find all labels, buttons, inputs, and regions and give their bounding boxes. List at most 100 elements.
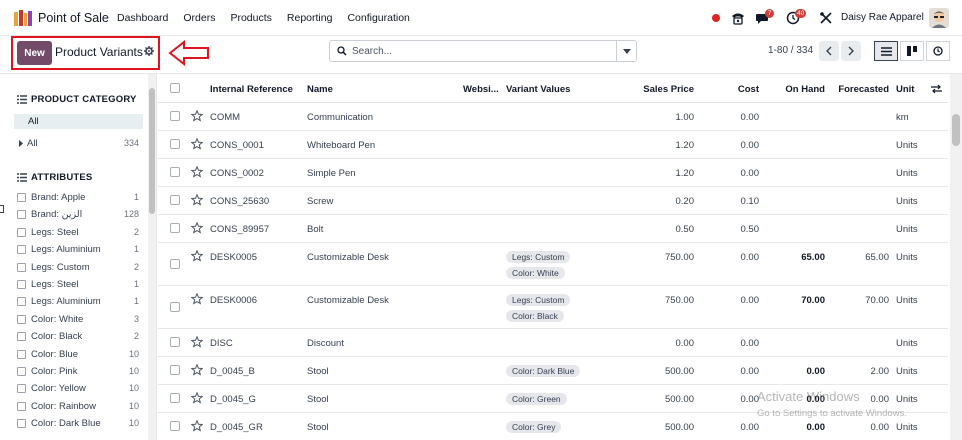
attribute-filter-item[interactable]: Color: Blue 10 bbox=[17, 348, 139, 362]
attribute-checkbox[interactable] bbox=[17, 297, 26, 307]
row-checkbox[interactable] bbox=[170, 111, 180, 121]
phone-icon[interactable] bbox=[731, 11, 745, 25]
pager-value[interactable]: 1-80 / 334 bbox=[768, 45, 813, 56]
row-checkbox[interactable] bbox=[170, 393, 180, 403]
pager-previous-button[interactable] bbox=[819, 41, 839, 61]
row-checkbox[interactable] bbox=[170, 365, 180, 375]
attribute-filter-item[interactable]: Color: Rainbow 10 bbox=[17, 400, 139, 414]
col-website[interactable]: Websi... bbox=[463, 84, 499, 95]
attribute-checkbox[interactable] bbox=[17, 332, 26, 342]
app-name[interactable]: Point of Sale bbox=[38, 11, 109, 25]
favorite-star-icon[interactable] bbox=[190, 137, 204, 153]
attribute-filter-item[interactable]: Legs: Custom 2 bbox=[17, 261, 139, 275]
status-dot[interactable] bbox=[712, 14, 720, 22]
company-switcher[interactable]: Daisy Rae Apparel bbox=[841, 12, 924, 23]
sidebar-scrollbar[interactable] bbox=[148, 74, 156, 440]
row-checkbox[interactable] bbox=[170, 337, 180, 347]
favorite-star-icon[interactable] bbox=[190, 419, 204, 435]
attribute-filter-item[interactable]: Brand: Apple 1 bbox=[17, 191, 139, 205]
cell-unit: km bbox=[896, 112, 909, 123]
cell-forecasted: 70.00 bbox=[865, 295, 889, 306]
favorite-star-icon[interactable] bbox=[190, 249, 204, 265]
col-unit[interactable]: Unit bbox=[896, 84, 914, 95]
kanban-view-button[interactable] bbox=[900, 41, 924, 61]
activation-watermark-text: Go to Settings to activate Windows. bbox=[757, 408, 907, 419]
favorite-star-icon[interactable] bbox=[190, 391, 204, 407]
row-checkbox[interactable] bbox=[170, 302, 180, 312]
attribute-filter-item[interactable]: Brand: الزين 128 bbox=[17, 208, 139, 222]
attribute-checkbox[interactable] bbox=[17, 401, 26, 411]
attribute-checkbox[interactable] bbox=[17, 262, 26, 272]
col-internal-reference[interactable]: Internal Reference bbox=[210, 84, 293, 95]
col-name[interactable]: Name bbox=[307, 84, 333, 95]
user-avatar[interactable] bbox=[929, 8, 949, 28]
category-item-all[interactable]: All 334 bbox=[17, 137, 139, 151]
menu-orders[interactable]: Orders bbox=[183, 12, 215, 24]
attribute-checkbox[interactable] bbox=[17, 245, 26, 255]
row-checkbox[interactable] bbox=[170, 167, 180, 177]
menu-dashboard[interactable]: Dashboard bbox=[117, 12, 168, 24]
attribute-checkbox[interactable] bbox=[17, 384, 26, 394]
row-checkbox[interactable] bbox=[170, 259, 180, 269]
col-sales-price[interactable]: Sales Price bbox=[628, 84, 694, 95]
table-row[interactable]: CONS_89957 Bolt 0.50 0.50 Units bbox=[158, 215, 948, 243]
list-scrollbar[interactable] bbox=[950, 74, 962, 440]
col-on-hand[interactable]: On Hand bbox=[768, 84, 825, 95]
pos-app-icon[interactable] bbox=[14, 10, 32, 26]
table-row[interactable]: COMM Communication 1.00 0.00 km bbox=[158, 103, 948, 131]
attribute-filter-item[interactable]: Legs: Aluminium 1 bbox=[17, 243, 139, 257]
optional-columns-icon[interactable] bbox=[931, 84, 942, 94]
col-cost[interactable]: Cost bbox=[718, 84, 759, 95]
row-checkbox[interactable] bbox=[170, 223, 180, 233]
col-variant-values[interactable]: Variant Values bbox=[506, 84, 570, 95]
row-checkbox[interactable] bbox=[170, 195, 180, 205]
activity-view-button[interactable] bbox=[926, 41, 950, 61]
table-row[interactable]: DISC Discount 0.00 0.00 Units bbox=[158, 329, 948, 357]
search-options-toggle[interactable] bbox=[616, 41, 636, 61]
gear-icon[interactable] bbox=[144, 46, 154, 56]
favorite-star-icon[interactable] bbox=[190, 165, 204, 181]
favorite-star-icon[interactable] bbox=[190, 335, 204, 351]
attribute-checkbox[interactable] bbox=[17, 419, 26, 429]
list-view-button[interactable] bbox=[874, 41, 898, 61]
table-row[interactable]: CONS_25630 Screw 0.20 0.10 Units bbox=[158, 187, 948, 215]
favorite-star-icon[interactable] bbox=[190, 193, 204, 209]
attribute-checkbox[interactable] bbox=[17, 210, 26, 220]
favorite-star-icon[interactable] bbox=[190, 109, 204, 125]
table-row[interactable]: DESK0005 Customizable Desk Legs: Custom Col… bbox=[158, 243, 948, 286]
attribute-filter-item[interactable]: Color: Yellow 10 bbox=[17, 382, 139, 396]
col-forecasted[interactable]: Forecasted bbox=[830, 84, 889, 95]
pager-next-button[interactable] bbox=[841, 41, 861, 61]
attribute-checkbox[interactable] bbox=[17, 280, 26, 289]
attribute-checkbox[interactable] bbox=[17, 227, 26, 237]
attribute-checkbox[interactable] bbox=[17, 193, 26, 202]
attribute-filter-item[interactable]: Color: Dark Blue 10 bbox=[17, 417, 139, 431]
tools-icon[interactable] bbox=[819, 11, 833, 25]
category-item-selected[interactable]: All bbox=[14, 114, 143, 129]
favorite-star-icon[interactable] bbox=[190, 221, 204, 237]
menu-configuration[interactable]: Configuration bbox=[347, 12, 409, 24]
attribute-filter-item[interactable]: Color: Pink 10 bbox=[17, 365, 139, 379]
search-input[interactable] bbox=[352, 44, 612, 58]
row-checkbox[interactable] bbox=[170, 421, 180, 431]
table-row[interactable]: DESK0006 Customizable Desk Legs: Custom Col… bbox=[158, 286, 948, 329]
attribute-checkbox[interactable] bbox=[17, 314, 26, 324]
select-all-checkbox[interactable] bbox=[170, 83, 180, 93]
favorite-star-icon[interactable] bbox=[190, 363, 204, 379]
caret-right-icon[interactable] bbox=[19, 140, 23, 147]
table-row[interactable]: CONS_0001 Whiteboard Pen 1.20 0.00 Units bbox=[158, 131, 948, 159]
favorite-star-icon[interactable] bbox=[190, 292, 204, 308]
attribute-filter-item[interactable]: Legs: Steel 2 bbox=[17, 226, 139, 240]
attribute-checkbox[interactable] bbox=[17, 349, 26, 359]
row-checkbox[interactable] bbox=[170, 139, 180, 149]
attribute-filter-item[interactable]: Legs: Steel 1 bbox=[17, 278, 139, 292]
new-button[interactable]: New bbox=[17, 41, 52, 65]
table-row[interactable]: D_0045_B Stool Color: Dark Blue 500.00 0.00 0… bbox=[158, 357, 948, 385]
attribute-checkbox[interactable] bbox=[17, 367, 26, 376]
menu-reporting[interactable]: Reporting bbox=[287, 12, 333, 24]
attribute-filter-item[interactable]: Color: Black 2 bbox=[17, 330, 139, 344]
menu-products[interactable]: Products bbox=[230, 12, 271, 24]
table-row[interactable]: CONS_0002 Simple Pen 1.20 0.00 Units bbox=[158, 159, 948, 187]
attribute-filter-item[interactable]: Legs: Aluminium 1 bbox=[17, 295, 139, 309]
attribute-filter-item[interactable]: Color: White 3 bbox=[17, 313, 139, 327]
